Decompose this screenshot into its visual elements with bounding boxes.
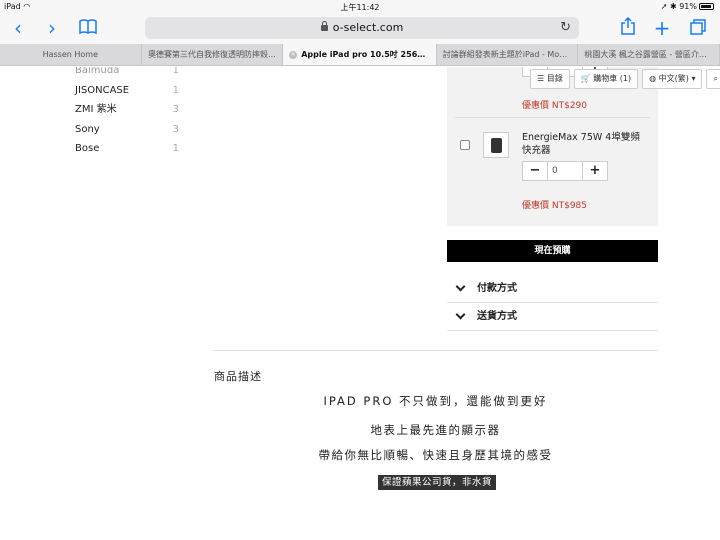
cart-button[interactable]: 🛒 購物車 (1) [573, 69, 639, 89]
brand-item[interactable]: JISONCASE 1 [75, 81, 179, 101]
minus-button[interactable]: − [523, 162, 547, 180]
page-content: Balmuda 1 JISONCASE 1 ZMI 紫米 3 Sony 3 Bose 1 … [0, 67, 720, 540]
chevron-down-icon [455, 309, 466, 320]
accordion-payment[interactable]: 付款方式 [447, 275, 658, 303]
forward-icon[interactable]: › [40, 16, 64, 40]
preorder-button[interactable]: 現在預購 [447, 240, 658, 262]
search-button[interactable]: ⌕ [706, 69, 720, 89]
menu-button[interactable]: ☰ 目錄 [530, 69, 570, 89]
language-button[interactable]: ◍ 中文(繁) ▾ [642, 69, 703, 89]
quantity-stepper: − 0 + [522, 161, 717, 181]
guarantee-badge: 保證蘋果公司貨，非水貨 [378, 475, 497, 490]
accordion-shipping[interactable]: 送貨方式 [447, 303, 658, 331]
charger-thumbnail [483, 132, 509, 158]
status-time: 上午11:42 [340, 3, 380, 12]
addon-panel: −+ 優惠價 NT$290 EnergieMax 75W 4埠雙頻快充器 − 0… [447, 67, 658, 226]
divider [213, 350, 658, 351]
brand-item[interactable]: Sony 3 [75, 120, 179, 140]
close-tab-icon[interactable]: ✕ [289, 51, 298, 59]
brand-item[interactable]: ZMI 紫米 3 [75, 100, 179, 120]
chevron-down-icon [455, 281, 466, 292]
battery-indicator: ➚ ✱ 91% [661, 2, 714, 11]
tab-bar: Hassen Home 奧德賽第三代自我修復透明防摔殼... ✕ Apple iP… [0, 44, 720, 66]
addon-product-name[interactable]: EnergieMax 75W 4埠雙頻快充器 [522, 131, 642, 157]
share-icon[interactable] [616, 16, 640, 40]
new-tab-icon[interactable]: + [650, 16, 674, 40]
accordion-label: 送貨方式 [477, 311, 517, 322]
brand-list: Balmuda 1 JISONCASE 1 ZMI 紫米 3 Sony 3 Bose 1 [75, 67, 179, 159]
addon-checkbox[interactable] [460, 140, 470, 150]
tab-camping[interactable]: 桃園大溪 楓之谷露營區 - 營區介紹... [578, 44, 720, 65]
description-title: 商品描述 [214, 370, 262, 383]
addon-price: 優惠價 NT$290 [522, 101, 587, 111]
browser-toolbar: ‹ › o-select.com ↻ + [0, 13, 720, 44]
tab-hassen-home[interactable]: Hassen Home [0, 44, 142, 65]
back-icon[interactable]: ‹ [6, 16, 30, 40]
reload-icon[interactable]: ↻ [560, 17, 571, 39]
tab-forum-ipad[interactable]: 討論群組發表新主題於iPad - Mob... [437, 44, 579, 65]
location-icon: ➚ [660, 2, 668, 11]
menu-icon: ☰ [537, 74, 545, 83]
description-line: IPAD PRO 不只做到，還能做到更好 [323, 394, 548, 408]
addon-price: 優惠價 NT$985 [522, 201, 587, 211]
search-icon: ⌕ [713, 74, 718, 83]
tab-odyssey-case[interactable]: 奧德賽第三代自我修復透明防摔殼... [142, 44, 284, 65]
lock-icon [320, 21, 328, 31]
battery-icon [699, 3, 714, 10]
bookmarks-icon[interactable] [76, 16, 100, 40]
accordion-label: 付款方式 [477, 283, 517, 294]
description-line: 帶給你無比順暢、快速且身歷其境的感受 [318, 448, 553, 462]
plus-button[interactable]: + [583, 162, 607, 180]
status-bar: iPad ◠ 上午11:42 ➚ ✱ 91% [0, 0, 720, 13]
quantity-input[interactable]: 0 [547, 162, 583, 180]
tab-ipad-pro[interactable]: ✕ Apple iPad pro 10.5吋 256G... [283, 44, 437, 65]
url-text: o-select.com [332, 21, 404, 34]
brand-item[interactable]: Balmuda 1 [75, 67, 179, 81]
bluetooth-icon: ✱ [669, 2, 677, 11]
globe-icon: ◍ [649, 74, 657, 83]
floating-nav: ☰ 目錄 🛒 購物車 (1) ◍ 中文(繁) ▾ ⌕ [530, 69, 720, 89]
divider [455, 117, 650, 118]
tabs-overview-icon[interactable] [686, 16, 710, 40]
cart-icon: 🛒 [580, 74, 591, 83]
description-line: 地表上最先進的顯示器 [370, 423, 501, 437]
chevron-down-icon: ▾ [691, 74, 696, 83]
address-bar[interactable]: o-select.com ↻ [145, 17, 579, 39]
brand-item[interactable]: Bose 1 [75, 139, 179, 159]
